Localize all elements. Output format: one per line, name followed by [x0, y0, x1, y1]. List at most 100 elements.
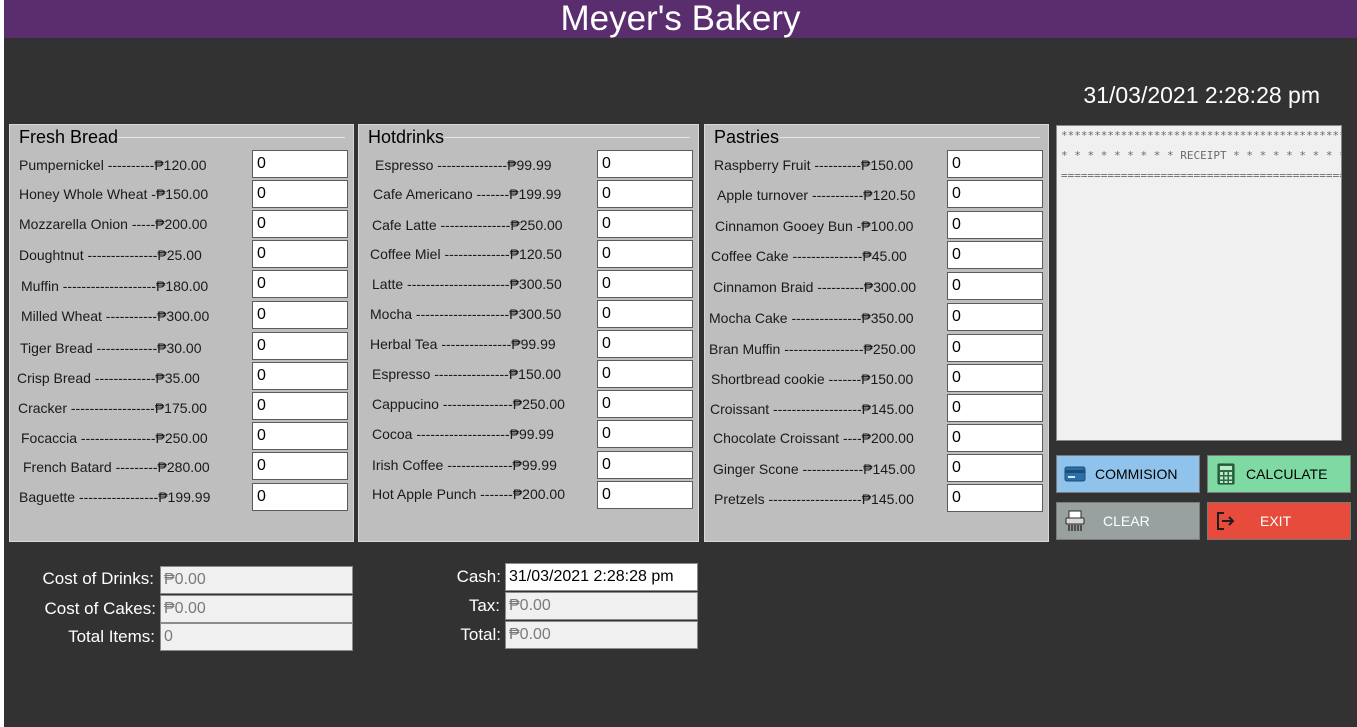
qty-input[interactable]: 0 — [252, 332, 348, 360]
fresh-bread-group: Fresh Bread Pumpernickel ----------₱120.… — [9, 124, 354, 542]
item-label: Coffee Cake ---------------₱45.00 — [711, 248, 907, 264]
app-window: Meyer's Bakery 31/03/2021 2:28:28 pm Fre… — [0, 0, 1357, 727]
calculate-button[interactable]: CALCULATE — [1207, 455, 1351, 493]
qty-input[interactable]: 0 — [947, 484, 1043, 512]
item-label: French Batard ---------₱280.00 — [23, 459, 210, 475]
item-label: Cinnamon Gooey Bun -₱100.00 — [715, 218, 914, 234]
qty-input[interactable]: 0 — [947, 364, 1043, 392]
pastries-group: Pastries Raspberry Fruit ----------₱150.… — [704, 124, 1049, 542]
qty-input[interactable]: 0 — [947, 180, 1043, 208]
group-title: Pastries — [705, 127, 780, 148]
qty-input[interactable]: 0 — [252, 270, 348, 298]
item-label: Mocha --------------------₱300.50 — [370, 306, 562, 322]
app-title: Meyer's Bakery — [4, 0, 1357, 38]
qty-input[interactable]: 0 — [947, 424, 1043, 452]
commission-label: COMMISION — [1095, 466, 1178, 482]
item-label: Herbal Tea ---------------₱99.99 — [370, 336, 556, 352]
hotdrinks-group: Hotdrinks Espresso ---------------₱99.99… — [358, 124, 699, 542]
cash-label: Cash: — [456, 567, 501, 586]
group-title: Fresh Bread — [10, 127, 119, 148]
qty-input[interactable]: 0 — [947, 150, 1043, 178]
exit-icon — [1214, 509, 1238, 533]
qty-input[interactable]: 0 — [597, 330, 693, 358]
item-label: Ginger Scone -------------₱145.00 — [713, 461, 916, 477]
qty-input[interactable]: 0 — [947, 303, 1043, 331]
item-label: Bran Muffin -----------------₱250.00 — [709, 341, 916, 357]
calculator-icon — [1214, 462, 1238, 486]
item-label: Pumpernickel ----------₱120.00 — [19, 157, 207, 173]
qty-input[interactable]: 0 — [947, 241, 1043, 269]
item-label: Honey Whole Wheat -₱150.00 — [19, 186, 209, 202]
calculate-label: CALCULATE — [1246, 466, 1328, 482]
item-label: Mozzarella Onion -----₱200.00 — [19, 216, 208, 232]
item-label: Baguette -----------------₱199.99 — [19, 489, 211, 505]
qty-input[interactable]: 0 — [252, 301, 348, 329]
tax-field[interactable]: ₱0.00 — [505, 592, 698, 620]
item-label: Croissant -------------------₱145.00 — [710, 401, 914, 417]
qty-input[interactable]: 0 — [252, 210, 348, 238]
receipt-line: ****************************************… — [1061, 129, 1342, 142]
receipt-line: ========================================… — [1061, 169, 1342, 182]
qty-input[interactable]: 0 — [252, 452, 348, 480]
cost-cakes-label: Cost of Cakes: — [44, 599, 157, 618]
qty-input[interactable]: 0 — [597, 150, 693, 178]
item-label: Espresso ---------------₱99.99 — [375, 157, 552, 173]
item-label: Cafe Americano -------₱199.99 — [373, 186, 562, 202]
left-edge — [0, 0, 4, 727]
total-field[interactable]: ₱0.00 — [505, 621, 698, 649]
item-label: Cracker ------------------₱175.00 — [18, 400, 207, 416]
cost-drinks-field[interactable]: ₱0.00 — [160, 566, 353, 594]
qty-input[interactable]: 0 — [252, 150, 348, 178]
item-label: Chocolate Croissant ----₱200.00 — [713, 430, 914, 446]
qty-input[interactable]: 0 — [597, 481, 693, 509]
qty-input[interactable]: 0 — [252, 180, 348, 208]
qty-input[interactable]: 0 — [252, 422, 348, 450]
qty-input[interactable]: 0 — [947, 211, 1043, 239]
date-time-label: 31/03/2021 2:28:28 pm — [1083, 82, 1320, 108]
qty-input[interactable]: 0 — [597, 300, 693, 328]
exit-button[interactable]: EXIT — [1207, 502, 1351, 540]
qty-input[interactable]: 0 — [947, 454, 1043, 482]
item-label: Hot Apple Punch -------₱200.00 — [372, 486, 565, 502]
group-title: Hotdrinks — [359, 127, 445, 148]
qty-input[interactable]: 0 — [947, 272, 1043, 300]
shredder-icon — [1063, 509, 1087, 533]
total-items-label: Total Items: — [68, 627, 155, 646]
commission-button[interactable]: COMMISION — [1056, 455, 1200, 493]
item-label: Raspberry Fruit ----------₱150.00 — [714, 157, 914, 173]
qty-input[interactable]: 0 — [597, 420, 693, 448]
item-label: Coffee Miel --------------₱120.50 — [370, 246, 562, 262]
item-label: Focaccia ----------------₱250.00 — [21, 430, 208, 446]
qty-input[interactable]: 0 — [597, 210, 693, 238]
item-label: Irish Coffee --------------₱99.99 — [372, 457, 557, 473]
item-label: Cafe Latte ---------------₱250.00 — [372, 217, 563, 233]
qty-input[interactable]: 0 — [597, 390, 693, 418]
qty-input[interactable]: 0 — [947, 334, 1043, 362]
tax-label: Tax: — [468, 596, 500, 615]
item-label: Crisp Bread -------------₱35.00 — [17, 370, 200, 386]
qty-input[interactable]: 0 — [252, 392, 348, 420]
item-label: Milled Wheat -----------₱300.00 — [21, 308, 210, 324]
item-label: Cinnamon Braid ----------₱300.00 — [713, 279, 917, 295]
qty-input[interactable]: 0 — [597, 180, 693, 208]
clear-label: CLEAR — [1103, 513, 1150, 529]
receipt-line: * * * * * * * * * RECEIPT * * * * * * * … — [1061, 149, 1342, 162]
item-label: Espresso ----------------₱150.00 — [372, 366, 561, 382]
item-label: Muffin --------------------₱180.00 — [21, 278, 209, 294]
qty-input[interactable]: 0 — [597, 360, 693, 388]
cash-field[interactable]: 31/03/2021 2:28:28 pm — [505, 563, 698, 591]
qty-input[interactable]: 0 — [252, 240, 348, 268]
total-items-field[interactable]: 0 — [160, 623, 353, 651]
qty-input[interactable]: 0 — [597, 240, 693, 268]
qty-input[interactable]: 0 — [597, 451, 693, 479]
item-label: Cappucino ---------------₱250.00 — [372, 396, 565, 412]
item-label: Tiger Bread -------------₱30.00 — [20, 340, 202, 356]
cost-cakes-field[interactable]: ₱0.00 — [160, 595, 353, 623]
qty-input[interactable]: 0 — [597, 270, 693, 298]
qty-input[interactable]: 0 — [252, 362, 348, 390]
clear-button[interactable]: CLEAR — [1056, 502, 1200, 540]
receipt-textarea[interactable]: ****************************************… — [1056, 125, 1342, 441]
qty-input[interactable]: 0 — [252, 483, 348, 511]
item-label: Pretzels --------------------₱145.00 — [714, 491, 914, 507]
qty-input[interactable]: 0 — [947, 394, 1043, 422]
